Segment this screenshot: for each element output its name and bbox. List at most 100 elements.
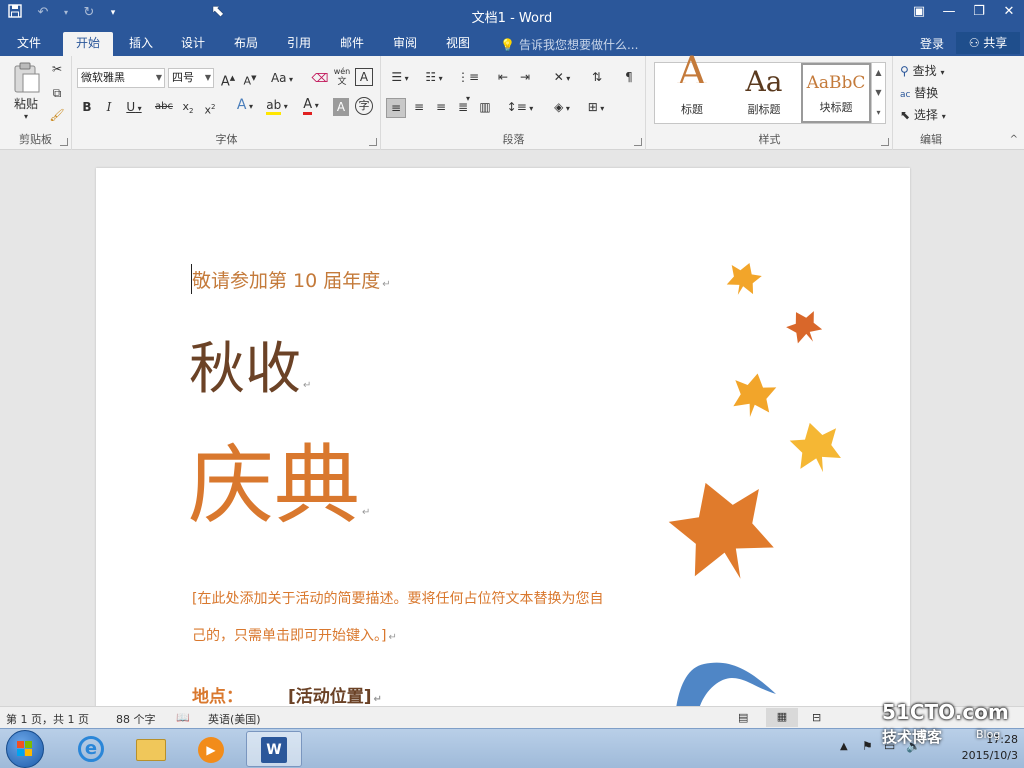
cut-icon[interactable]: ✂ bbox=[48, 60, 66, 78]
italic-icon[interactable]: I bbox=[101, 98, 117, 116]
align-left-icon[interactable]: ≡ bbox=[386, 98, 406, 118]
shrink-font-icon[interactable]: A▼ bbox=[241, 69, 259, 91]
document-page[interactable]: 敬请参加第 10 届年度 ↵ 秋收 ↵ 庆典 ↵ [在此处添加关于活动的简要描述。要将… bbox=[96, 168, 910, 706]
font-size-combo[interactable]: 四号 ▼ bbox=[168, 68, 214, 88]
title-line-2[interactable]: 庆典 ↵ bbox=[188, 438, 370, 561]
taskbar-explorer[interactable] bbox=[124, 731, 180, 767]
description-line-2[interactable]: 己的，只需单击即可开始键入。] ↵ bbox=[192, 625, 397, 645]
subscript-icon[interactable]: x2 bbox=[179, 98, 197, 120]
font-color-icon[interactable]: A ▾ bbox=[297, 96, 325, 115]
tab-home[interactable]: 开始 bbox=[63, 32, 113, 56]
collapse-ribbon-icon[interactable]: ^ bbox=[1010, 134, 1018, 145]
style-block-heading[interactable]: AaBbC 块标题 bbox=[801, 63, 871, 123]
font-launcher-icon[interactable] bbox=[369, 138, 377, 146]
restore-button[interactable]: ❐ bbox=[964, 0, 994, 24]
enclose-characters-icon[interactable]: 字 bbox=[355, 97, 373, 115]
copy-icon[interactable]: ⧉ bbox=[48, 84, 66, 102]
paragraph-launcher-icon[interactable] bbox=[634, 138, 642, 146]
paste-dropdown-icon[interactable]: ▾ bbox=[8, 113, 44, 121]
word-count[interactable]: 88 个字 bbox=[116, 711, 156, 727]
chinese-layout-icon[interactable]: ✕ ▾ bbox=[548, 68, 576, 88]
tab-file[interactable]: 文件 bbox=[8, 32, 50, 56]
sort-icon[interactable]: ⇅ bbox=[588, 68, 606, 86]
phonetic-guide-icon[interactable]: wén 文 bbox=[331, 67, 353, 87]
increase-indent-icon[interactable]: ⇥ bbox=[516, 68, 534, 86]
styles-launcher-icon[interactable] bbox=[881, 138, 889, 146]
title-text-1: 秋收 bbox=[189, 337, 301, 402]
tab-view[interactable]: 视图 bbox=[437, 32, 479, 56]
invite-line[interactable]: 敬请参加第 10 届年度 ↵ bbox=[192, 266, 391, 293]
site-watermark: 51CTO.com 技术博客 Blog bbox=[846, 700, 1016, 750]
bullets-icon[interactable]: ☰ ▾ bbox=[386, 68, 414, 88]
clear-formatting-icon[interactable]: ⌫ bbox=[311, 69, 329, 87]
sign-in-link[interactable]: 登录 bbox=[920, 35, 944, 52]
find-button[interactable]: ⚲ 查找 ▾ bbox=[900, 62, 964, 82]
select-button[interactable]: ⬉ 选择 ▾ bbox=[900, 106, 964, 126]
print-layout-icon[interactable]: ▦ bbox=[766, 708, 798, 727]
tell-me-placeholder: 告诉我您想要做什么... bbox=[518, 38, 639, 52]
start-button[interactable] bbox=[6, 730, 44, 768]
styles-scroll[interactable]: ▲ ▼ ▾ bbox=[871, 63, 885, 123]
share-button[interactable]: ⚇ 共享 bbox=[956, 32, 1020, 54]
taskbar-word[interactable]: W bbox=[246, 731, 302, 767]
tab-mailings[interactable]: 邮件 bbox=[331, 32, 373, 56]
strikethrough-icon[interactable]: abc bbox=[153, 98, 175, 116]
tab-layout[interactable]: 布局 bbox=[225, 32, 267, 56]
read-mode-icon[interactable]: ▤ bbox=[738, 711, 748, 724]
proofing-icon[interactable]: 📖 bbox=[176, 711, 190, 724]
description-line-1[interactable]: [在此处添加关于活动的简要描述。要将任何占位符文本替换为您自 bbox=[192, 588, 603, 608]
page-count[interactable]: 第 1 页，共 1 页 bbox=[6, 711, 89, 727]
close-button[interactable]: ✕ bbox=[994, 0, 1024, 24]
paste-button[interactable]: 粘贴 ▾ bbox=[8, 62, 44, 121]
leaf-icon bbox=[733, 373, 777, 418]
taskbar-media-player[interactable]: ▶ bbox=[184, 731, 240, 767]
ribbon-display-options-icon[interactable]: ▣ bbox=[904, 0, 934, 24]
format-painter-icon[interactable]: 🖌 bbox=[48, 106, 66, 124]
find-icon: ⚲ bbox=[900, 64, 909, 78]
ribbon-home: 粘贴 ▾ ✂ ⧉ 🖌 剪贴板 微软雅黑 ▼ 四号 ▼ A▲ A▼ Aa ▾ ⌫ wé… bbox=[0, 49, 1024, 150]
bold-icon[interactable]: B bbox=[79, 98, 95, 116]
justify-icon[interactable]: ≣ bbox=[454, 98, 472, 116]
tell-me-search[interactable]: 💡 告诉我您想要做什么... bbox=[500, 36, 638, 53]
align-center-icon[interactable]: ≡ bbox=[410, 98, 428, 116]
web-layout-icon[interactable]: ⊟ bbox=[812, 711, 821, 724]
style-title[interactable]: A 标题 bbox=[657, 49, 727, 123]
window-title: 文档1 - Word bbox=[471, 11, 553, 26]
change-case-button[interactable]: Aa ▾ bbox=[267, 69, 297, 89]
borders-icon[interactable]: ⊞ ▾ bbox=[582, 98, 610, 118]
leaf-icon bbox=[668, 482, 774, 579]
line-spacing-icon[interactable]: ↕≡ ▾ bbox=[506, 98, 534, 118]
character-shading-icon[interactable]: A bbox=[333, 98, 349, 116]
styles-group-label: 样式 bbox=[758, 133, 781, 146]
decrease-indent-icon[interactable]: ⇤ bbox=[494, 68, 512, 86]
numbering-icon[interactable]: ☷ ▾ bbox=[420, 68, 448, 88]
align-right-icon[interactable]: ≡ bbox=[432, 98, 450, 116]
replace-button[interactable]: ac 替换 bbox=[900, 84, 964, 104]
text-effects-icon[interactable]: A ▾ bbox=[231, 96, 259, 116]
character-border-icon[interactable]: A bbox=[355, 68, 373, 86]
underline-icon[interactable]: U ▾ bbox=[123, 98, 145, 118]
style-subtitle-preview: Aa bbox=[745, 65, 783, 98]
grow-font-icon[interactable]: A▲ bbox=[219, 69, 237, 91]
style-subtitle[interactable]: Aa 副标题 bbox=[729, 63, 799, 123]
superscript-icon[interactable]: x2 bbox=[201, 98, 219, 120]
mouse-cursor-icon: ⬉ bbox=[211, 1, 225, 20]
highlight-color-icon[interactable]: ab ▾ bbox=[263, 96, 291, 116]
tab-review[interactable]: 审阅 bbox=[384, 32, 426, 56]
minimize-button[interactable]: — bbox=[934, 0, 964, 24]
clipboard-launcher-icon[interactable] bbox=[60, 138, 68, 146]
font-name-combo[interactable]: 微软雅黑 ▼ bbox=[77, 68, 165, 88]
shading-icon[interactable]: ◈ ▾ bbox=[548, 98, 576, 118]
language-indicator[interactable]: 英语(美国) bbox=[208, 711, 261, 727]
windows-logo-icon bbox=[17, 741, 32, 756]
taskbar-ie[interactable]: e bbox=[64, 731, 120, 767]
distributed-icon[interactable]: ▥ bbox=[476, 98, 494, 116]
show-paragraph-marks-icon[interactable]: ¶ bbox=[620, 68, 638, 86]
tab-references[interactable]: 引用 bbox=[278, 32, 320, 56]
tab-insert[interactable]: 插入 bbox=[120, 32, 162, 56]
location-value[interactable]: [活动位置] ↵ bbox=[288, 682, 382, 706]
change-case-label: Aa bbox=[270, 71, 287, 85]
title-line-1[interactable]: 秋收 ↵ bbox=[189, 338, 311, 418]
tab-design[interactable]: 设计 bbox=[172, 32, 214, 56]
title-bar: ↶ ▾ ↻ ▾ 文档1 - Word ▣ — ❐ ✕ bbox=[0, 0, 1024, 30]
